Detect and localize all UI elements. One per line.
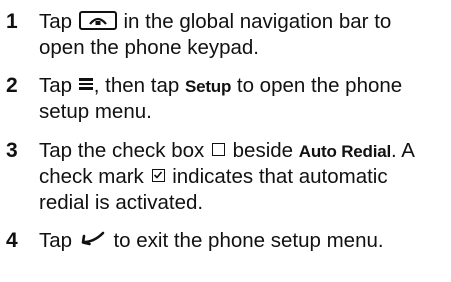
step-text: check mark bbox=[39, 165, 144, 188]
step-text: . A bbox=[391, 139, 415, 162]
menu-icon bbox=[78, 72, 93, 98]
step-number: 3 bbox=[6, 139, 18, 162]
step-text: in the global navigation bar to bbox=[123, 10, 392, 33]
step-text: to exit the phone setup menu. bbox=[113, 229, 384, 252]
checkbox-checked-icon bbox=[151, 169, 165, 183]
step-text: beside bbox=[232, 139, 294, 162]
phone-keypad-icon bbox=[78, 11, 117, 31]
step-text: , then tap bbox=[93, 74, 180, 97]
step-text: Tap bbox=[39, 229, 73, 252]
step-number: 2 bbox=[6, 74, 18, 97]
checkbox-empty-icon bbox=[211, 143, 225, 157]
step-2-line-1: Tap , then tap Setup to open the phone bbox=[39, 73, 447, 100]
back-arrow-icon bbox=[80, 227, 106, 253]
step-text: Tap the check box bbox=[39, 139, 205, 162]
step-1-line-2: open the phone keypad. bbox=[39, 36, 259, 59]
step-2-line-2: setup menu. bbox=[39, 100, 152, 123]
step-text: indicates that automatic bbox=[172, 165, 388, 188]
step-number: 1 bbox=[6, 10, 18, 33]
step-number: 4 bbox=[6, 229, 18, 252]
step-text: to open the phone bbox=[236, 74, 403, 97]
step-3-line-2: check mark indicates that automatic bbox=[39, 164, 447, 190]
step-text: Tap bbox=[39, 10, 73, 33]
setup-term: Setup bbox=[184, 77, 232, 96]
step-4-line-1: Tap to exit the phone setup menu. bbox=[39, 228, 447, 254]
step-1-line-1: Tap in the global navigation bar to bbox=[39, 9, 447, 35]
auto-redial-term: Auto Redial bbox=[298, 142, 392, 161]
step-3-line-3: redial is activated. bbox=[39, 191, 204, 214]
step-text: Tap bbox=[39, 74, 73, 97]
step-3-line-1: Tap the check box beside Auto Redial. A bbox=[39, 138, 447, 165]
